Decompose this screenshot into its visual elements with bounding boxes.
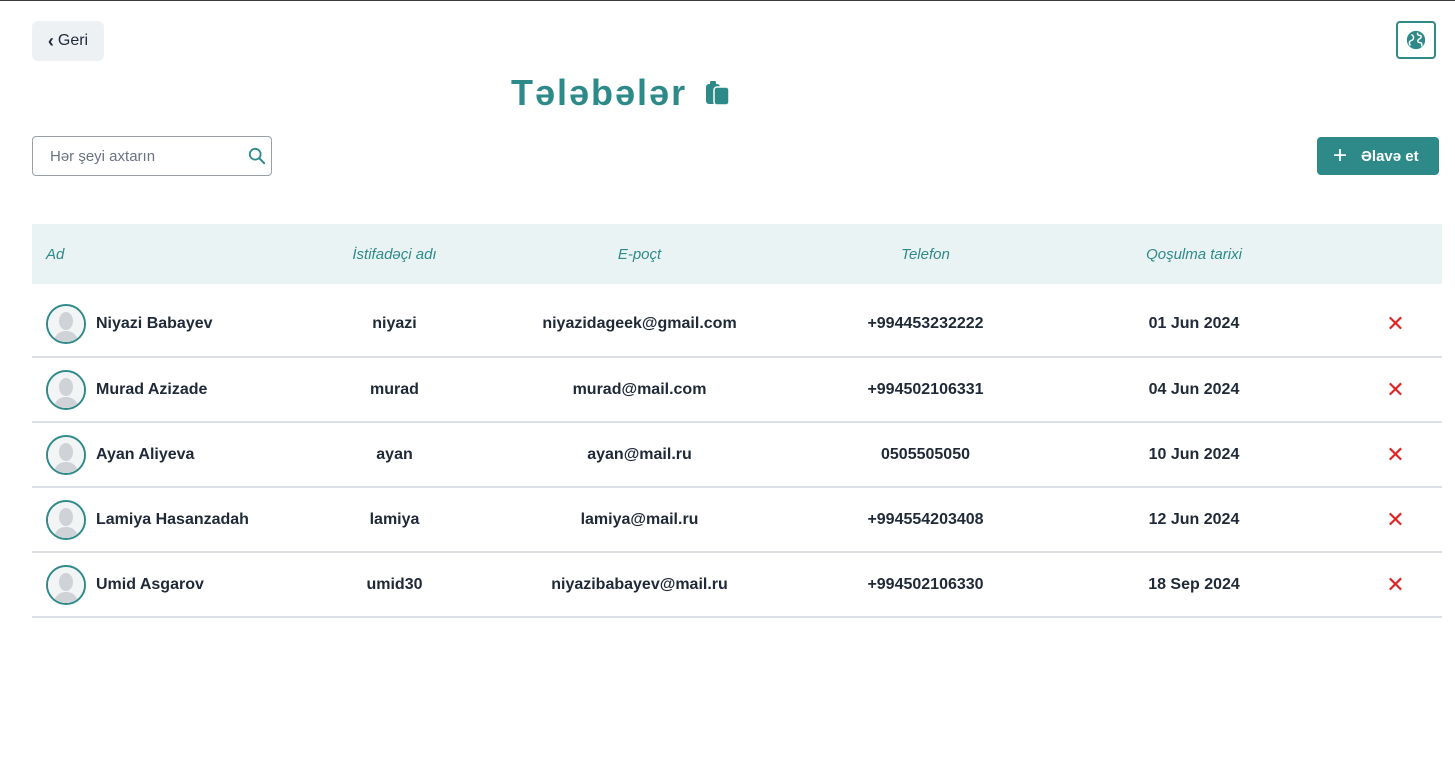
column-header-name: Ad (46, 245, 65, 263)
column-header-actions (1349, 224, 1442, 284)
clipboard-icon (706, 81, 730, 106)
cell-joined: 01 Jun 2024 (1148, 315, 1240, 332)
delete-icon[interactable]: ✕ (1386, 377, 1404, 403)
cell-name: Ayan Aliyeva (32, 422, 322, 487)
cell-username: lamiya (369, 510, 420, 528)
plus-icon: + (1333, 142, 1348, 169)
add-student-button[interactable]: + Əlavə et (1317, 137, 1439, 175)
student-name[interactable]: Murad Azizade (96, 381, 207, 399)
students-table: Ad İstifadəçi adı E-poçt Telefon Qoşulma… (32, 224, 1442, 618)
table-row: Niyazi Babayev niyazi niyazidageek@gmail.c… (32, 292, 1442, 357)
back-label: Geri (57, 32, 89, 49)
cell-name: Umid Asgarov (32, 552, 322, 617)
cell-actions: ✕ (1349, 422, 1442, 487)
table-header-row: Ad İstifadəçi adı E-poçt Telefon Qoşulma… (32, 224, 1442, 284)
avatar (46, 304, 86, 344)
delete-icon[interactable]: ✕ (1386, 311, 1404, 337)
cell-phone: +994502106330 (867, 575, 984, 593)
cell-username: murad (370, 380, 419, 398)
search-box (32, 136, 272, 176)
table-row: Murad Azizade murad murad@mail.com +9945021… (32, 357, 1442, 422)
page-title-text: Tələbələr (511, 72, 688, 113)
cell-name: Murad Azizade (32, 357, 322, 422)
student-name[interactable]: Niyazi Babayev (96, 315, 213, 333)
column-header-email: E-poçt (617, 245, 662, 263)
cell-username: umid30 (366, 575, 423, 593)
cell-email: niyazibabayev@mail.ru (551, 575, 728, 593)
avatar (46, 369, 86, 410)
chevron-left-icon: ‹ (47, 31, 54, 51)
cell-actions: ✕ (1349, 357, 1442, 422)
cell-actions: ✕ (1349, 292, 1442, 357)
avatar-placeholder-icon (48, 501, 84, 538)
page-title: Tələbələr (511, 72, 733, 114)
avatar (46, 564, 86, 605)
cell-joined: 18 Sep 2024 (1148, 575, 1240, 593)
avatar-placeholder-icon (48, 371, 84, 408)
column-header-username: İstifadəçi adı (352, 245, 437, 263)
search-input[interactable] (48, 146, 242, 166)
cell-joined: 04 Jun 2024 (1148, 380, 1240, 398)
cell-phone: 0505505050 (881, 445, 970, 463)
column-header-joined: Qoşulma tarixi (1146, 245, 1242, 263)
cell-joined: 10 Jun 2024 (1148, 445, 1240, 463)
avatar (46, 434, 86, 475)
top-border (0, 0, 1455, 1)
table-row: Lamiya Hasanzadah lamiya lamiya@mail.ru +99… (32, 487, 1442, 552)
student-name[interactable]: Ayan Aliyeva (96, 446, 194, 464)
globe-icon (1406, 30, 1426, 50)
delete-icon[interactable]: ✕ (1386, 442, 1404, 468)
table-row: Umid Asgarov umid30 niyazibabayev@mail.ru +… (32, 552, 1442, 617)
cell-email: murad@mail.com (572, 380, 707, 398)
avatar-placeholder-icon (48, 566, 84, 603)
cell-joined: 12 Jun 2024 (1148, 510, 1240, 528)
cell-email: niyazidageek@gmail.com (542, 315, 737, 332)
student-name[interactable]: Lamiya Hasanzadah (96, 511, 249, 529)
student-name[interactable]: Umid Asgarov (96, 576, 204, 594)
cell-phone: +994554203408 (867, 510, 984, 528)
add-label: Əlavə et (1361, 147, 1419, 165)
column-header-phone: Telefon (901, 245, 950, 263)
avatar-placeholder-icon (48, 306, 84, 342)
cell-email: ayan@mail.ru (587, 445, 692, 463)
table-row: Ayan Aliyeva ayan ayan@mail.ru 0505505050 10… (32, 422, 1442, 487)
cell-email: lamiya@mail.ru (580, 510, 699, 528)
cell-username: niyazi (372, 315, 417, 332)
avatar (46, 499, 86, 540)
avatar-placeholder-icon (48, 436, 84, 473)
cell-username: ayan (376, 445, 413, 463)
cell-name: Lamiya Hasanzadah (32, 487, 322, 552)
cell-name: Niyazi Babayev (32, 292, 322, 357)
delete-icon[interactable]: ✕ (1386, 572, 1404, 598)
search-icon[interactable] (248, 147, 266, 165)
delete-icon[interactable]: ✕ (1386, 507, 1404, 533)
cell-actions: ✕ (1349, 552, 1442, 617)
back-button[interactable]: ‹ Geri (32, 21, 104, 61)
cell-phone: +994453232222 (867, 315, 984, 332)
cell-actions: ✕ (1349, 487, 1442, 552)
language-button[interactable] (1396, 21, 1436, 59)
cell-phone: +994502106331 (867, 380, 984, 398)
